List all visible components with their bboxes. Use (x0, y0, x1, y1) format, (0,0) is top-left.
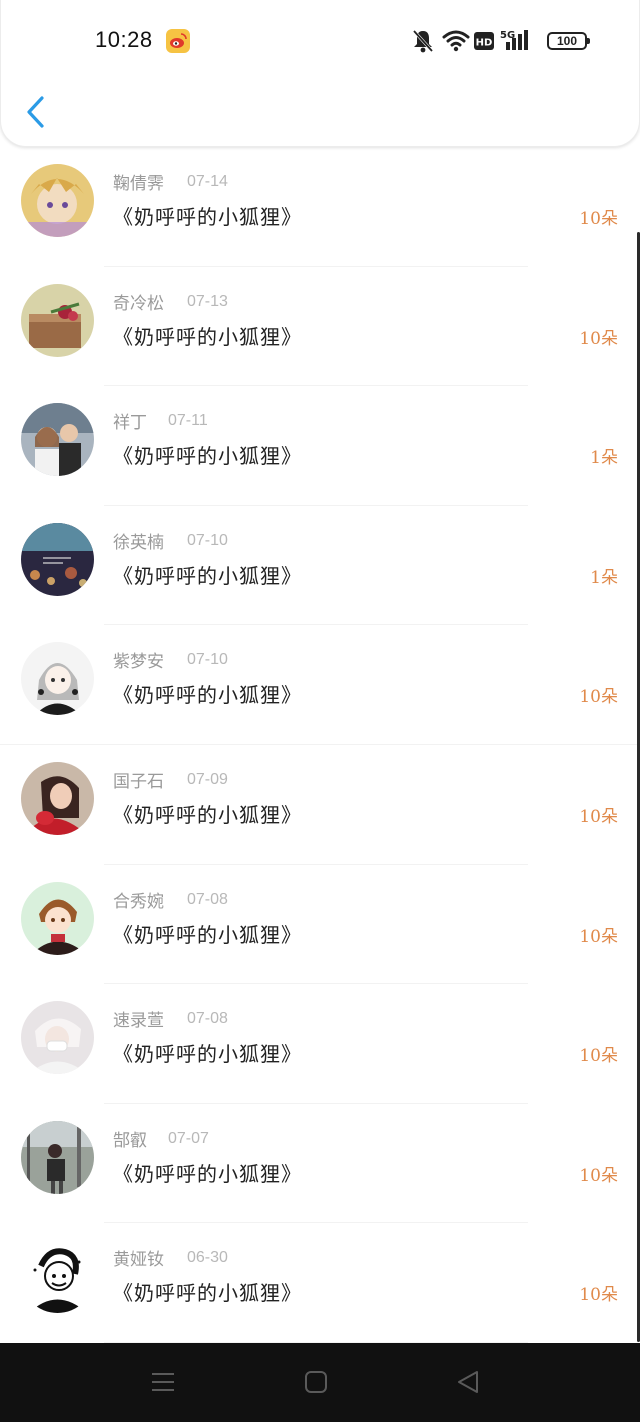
status-icons: HD 5G 100 (412, 28, 590, 54)
mute-bell-icon (412, 29, 434, 53)
hd-icon: HD (474, 32, 494, 50)
list-item[interactable]: 合秀婉 07-08 《奶呼呼的小狐狸》 10朵 (0, 865, 640, 985)
date: 07-08 (187, 890, 228, 908)
avatar[interactable] (21, 522, 94, 596)
svg-text:HD: HD (476, 38, 493, 49)
list-item[interactable]: 速录萱 07-08 《奶呼呼的小狐狸》 10朵 (0, 984, 640, 1104)
list-item[interactable]: 鞠倩霁 07-14 《奶呼呼的小狐狸》 10朵 (0, 147, 640, 267)
chevron-left-icon (27, 96, 44, 128)
date: 07-13 (187, 292, 228, 310)
user-name: 合秀婉 (113, 891, 164, 912)
flower-count: 10朵 (579, 209, 618, 229)
item-title: 《奶呼呼的小狐狸》 (113, 922, 302, 947)
avatar[interactable] (21, 403, 94, 477)
flower-count: 10朵 (579, 1165, 618, 1186)
date: 07-10 (187, 531, 228, 549)
date: 07-07 (168, 1129, 209, 1147)
item-title: 《奶呼呼的小狐狸》 (113, 802, 302, 827)
menu-icon[interactable] (150, 1369, 176, 1395)
user-name: 奇冷松 (113, 293, 164, 314)
avatar[interactable] (21, 1240, 94, 1314)
avatar[interactable] (21, 1001, 94, 1075)
user-name: 国子石 (113, 771, 164, 792)
date: 07-09 (187, 770, 228, 788)
date: 06-30 (187, 1249, 228, 1267)
date: 07-08 (187, 1010, 228, 1028)
flower-count: 10朵 (579, 328, 618, 349)
date: 07-11 (168, 412, 208, 430)
avatar[interactable] (21, 1120, 94, 1194)
battery-icon: 100 (547, 32, 590, 50)
user-name: 鞠倩霁 (113, 174, 164, 194)
avatar[interactable] (21, 881, 94, 955)
list-item[interactable]: 郜叡 07-07 《奶呼呼的小狐狸》 10朵 (0, 1104, 640, 1224)
date: 07-10 (187, 651, 228, 669)
back-button[interactable] (23, 95, 49, 129)
signal-5g-icon: 5G (500, 30, 528, 50)
avatar[interactable] (21, 283, 94, 357)
list-item[interactable]: 奇冷松 07-13 《奶呼呼的小狐狸》 10朵 (0, 267, 640, 387)
list-item[interactable]: 紫梦安 07-10 《奶呼呼的小狐狸》 10朵 (0, 625, 640, 745)
gift-list: 鞠倩霁 07-14 《奶呼呼的小狐狸》 10朵 奇冷松 07-13 《奶呼呼的小… (0, 147, 640, 1343)
avatar[interactable] (21, 761, 94, 835)
wifi-icon (442, 30, 470, 52)
item-title: 《奶呼呼的小狐狸》 (113, 563, 302, 588)
flower-count: 10朵 (579, 806, 618, 827)
avatar[interactable] (21, 164, 94, 237)
list-item[interactable]: 徐英楠 07-10 《奶呼呼的小狐狸》 1朵 (0, 506, 640, 626)
user-name: 祥丁 (113, 413, 147, 434)
back-triangle-icon[interactable] (456, 1369, 480, 1395)
user-name: 徐英楠 (113, 532, 164, 553)
user-name: 紫梦安 (113, 652, 164, 673)
flower-count: 10朵 (579, 926, 618, 947)
item-title: 《奶呼呼的小狐狸》 (113, 683, 302, 708)
user-name: 速录萱 (113, 1011, 164, 1032)
flower-count: 1朵 (590, 448, 618, 469)
weibo-icon (166, 29, 190, 53)
flower-count: 10朵 (579, 687, 618, 708)
avatar[interactable] (21, 642, 94, 716)
system-nav-bar (0, 1343, 640, 1422)
header: 10:28 HD 5G 100 (0, 0, 640, 147)
list-item[interactable]: 国子石 07-09 《奶呼呼的小狐狸》 10朵 (0, 745, 640, 865)
home-icon[interactable] (304, 1369, 328, 1395)
item-title: 《奶呼呼的小狐狸》 (113, 1281, 302, 1306)
item-title: 《奶呼呼的小狐狸》 (113, 444, 302, 469)
status-time: 10:28 (95, 27, 153, 52)
flower-count: 1朵 (590, 567, 618, 588)
item-title: 《奶呼呼的小狐狸》 (113, 324, 302, 349)
list-item[interactable]: 祥丁 07-11 《奶呼呼的小狐狸》 1朵 (0, 386, 640, 506)
battery-level: 100 (556, 34, 578, 48)
flower-count: 10朵 (579, 1046, 618, 1067)
list-item[interactable]: 黄娅钕 06-30 《奶呼呼的小狐狸》 10朵 (0, 1223, 640, 1343)
user-name: 黄娅钕 (113, 1250, 164, 1271)
item-title: 《奶呼呼的小狐狸》 (113, 205, 302, 229)
item-title: 《奶呼呼的小狐狸》 (113, 1161, 302, 1186)
date: 07-14 (187, 173, 228, 190)
user-name: 郜叡 (113, 1130, 147, 1151)
item-title: 《奶呼呼的小狐狸》 (113, 1042, 302, 1067)
flower-count: 10朵 (579, 1285, 618, 1306)
